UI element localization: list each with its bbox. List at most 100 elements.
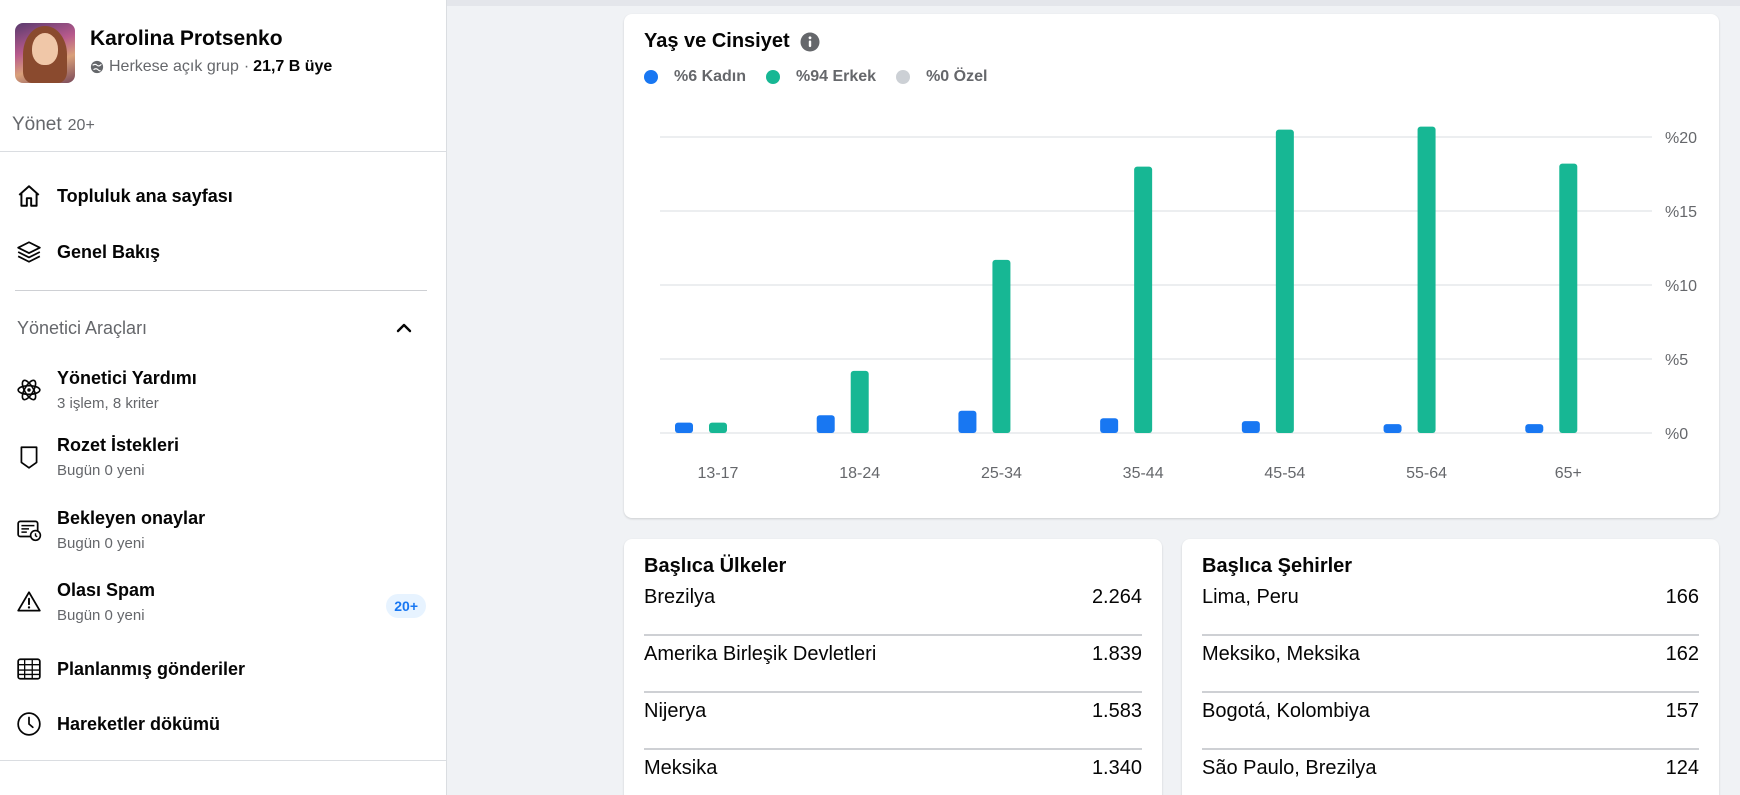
group-header[interactable]: Karolina Protsenko Herkese açık grup · 2… <box>15 23 332 83</box>
manage-header: Yönet 20+ <box>12 114 95 136</box>
table-row: Meksika 1.340 <box>644 740 1142 795</box>
table-row: Meksiko, Meksika 162 <box>1202 626 1699 682</box>
country-name: Amerika Birleşik Devletleri <box>644 642 877 665</box>
x-tick-label: 18-24 <box>839 465 880 482</box>
bar-female[interactable] <box>1100 418 1119 433</box>
sidebar-item-label: Topluluk ana sayfası <box>57 185 233 206</box>
divider <box>0 760 447 761</box>
bar-female[interactable] <box>675 422 693 433</box>
country-name: Nijerya <box>644 699 707 722</box>
top-strip <box>447 0 1740 6</box>
bar-female[interactable] <box>1241 421 1260 433</box>
layers-icon <box>15 238 43 266</box>
bar-male[interactable] <box>1275 129 1294 433</box>
bar-female[interactable] <box>958 410 977 433</box>
sidebar-item-label: Genel Bakış <box>57 241 161 262</box>
bar-male[interactable] <box>1559 163 1578 433</box>
sidebar-item-activity-log[interactable]: Hareketler dökümü <box>15 710 427 738</box>
group-avatar[interactable] <box>15 23 75 83</box>
bar-female[interactable] <box>816 415 835 433</box>
group-privacy: Herkese açık grup <box>109 58 239 75</box>
country-value: 2.264 <box>1091 585 1142 608</box>
sidebar-item-sub: 3 işlem, 8 kriter <box>57 395 159 412</box>
bar-male[interactable] <box>850 370 869 433</box>
sidebar-item-label: Olası Spam <box>57 580 156 600</box>
bar-male[interactable] <box>1134 166 1153 433</box>
age-gender-card: Yaş ve Cinsiyet %6 Kadın %94 Erkek %0 Öz… <box>624 14 1719 518</box>
table-row: Bogotá, Kolombiya 157 <box>1202 683 1699 739</box>
manage-count: 20+ <box>67 117 95 134</box>
chevron-up-icon[interactable] <box>394 318 414 338</box>
city-value: 162 <box>1665 642 1699 665</box>
warning-icon <box>15 588 43 616</box>
manage-label: Yönet <box>12 114 62 135</box>
country-value: 1.583 <box>1091 699 1142 722</box>
table-row: Nijerya 1.583 <box>644 683 1142 739</box>
sidebar-item-label: Rozet İstekleri <box>57 435 180 455</box>
country-value: 1.839 <box>1091 642 1142 665</box>
x-tick-label: 55-64 <box>1406 465 1447 482</box>
country-name: Meksika <box>644 756 718 779</box>
pending-icon <box>15 516 43 544</box>
y-tick-label: %5 <box>1665 352 1688 369</box>
divider <box>0 151 447 152</box>
sidebar-item-community-home[interactable]: Topluluk ana sayfası <box>15 182 427 210</box>
bar-male[interactable] <box>992 259 1011 433</box>
globe-icon <box>90 60 104 74</box>
y-tick-label: %15 <box>1665 204 1697 221</box>
x-tick-label: 13-17 <box>698 465 739 482</box>
sidebar-item-label: Planlanmış gönderiler <box>57 658 246 679</box>
table-row: Brezilya 2.264 <box>644 569 1142 625</box>
city-name: Meksiko, Meksika <box>1202 642 1360 665</box>
sidebar-item-label: Yönetici Yardımı <box>57 368 197 388</box>
group-info: Karolina Protsenko Herkese açık grup · 2… <box>90 23 332 76</box>
city-value: 157 <box>1665 699 1699 722</box>
calendar-icon <box>15 655 43 683</box>
sidebar-item-badge-requests[interactable]: Rozet İstekleri Bugün 0 yeni <box>15 435 427 479</box>
table-row: Lima, Peru 166 <box>1202 569 1699 625</box>
x-tick-label: 45-54 <box>1264 465 1305 482</box>
atom-icon <box>15 376 43 404</box>
y-tick-label: %20 <box>1665 130 1697 147</box>
home-icon <box>15 182 43 210</box>
sidebar-item-sub: Bugün 0 yeni <box>57 607 145 624</box>
table-row: Amerika Birleşik Devletleri 1.839 <box>644 626 1142 682</box>
sidebar-item-admin-assist[interactable]: Yönetici Yardımı 3 işlem, 8 kriter <box>15 368 427 412</box>
city-name: São Paulo, Brezilya <box>1202 756 1377 779</box>
sidebar-item-label: Bekleyen onaylar <box>57 508 206 528</box>
table-row: São Paulo, Brezilya 124 <box>1202 740 1699 795</box>
group-name[interactable]: Karolina Protsenko <box>90 27 332 51</box>
badge-icon <box>15 443 43 471</box>
city-name: Lima, Peru <box>1202 585 1299 608</box>
city-name: Bogotá, Kolombiya <box>1202 699 1370 722</box>
bar-male[interactable] <box>709 422 727 433</box>
age-gender-chart: %0 %5 %10 %15 %20 13-17 18-24 25-34 35-44 45-54 55… <box>660 126 1697 482</box>
y-tick-label: %10 <box>1665 278 1697 295</box>
group-meta: Herkese açık grup · 21,7 B üye <box>90 58 332 76</box>
city-value: 166 <box>1665 585 1699 608</box>
y-tick-label: %0 <box>1665 426 1688 443</box>
spam-count-badge: 20+ <box>386 594 426 618</box>
top-cities-card: Başlıca Şehirler Lima, Peru 166 Meksiko,… <box>1182 539 1719 795</box>
meta-separator: · <box>243 58 250 75</box>
clock-icon <box>15 710 43 738</box>
x-tick-label: 25-34 <box>981 465 1022 482</box>
group-members[interactable]: 21,7 B üye <box>253 58 332 76</box>
sidebar-item-scheduled-posts[interactable]: Planlanmış gönderiler <box>15 655 427 683</box>
sidebar-item-label: Hareketler dökümü <box>57 713 221 734</box>
sidebar: Karolina Protsenko Herkese açık grup · 2… <box>0 0 447 795</box>
x-tick-label: 35-44 <box>1123 465 1164 482</box>
sidebar-item-sub: Bugün 0 yeni <box>57 462 145 479</box>
sidebar-item-pending-approvals[interactable]: Bekleyen onaylar Bugün 0 yeni <box>15 508 427 552</box>
city-value: 124 <box>1665 756 1699 779</box>
sidebar-item-overview[interactable]: Genel Bakış <box>15 238 427 266</box>
sidebar-item-sub: Bugün 0 yeni <box>57 535 145 552</box>
sidebar-item-potential-spam[interactable]: Olası Spam Bugün 0 yeni <box>15 580 427 624</box>
divider <box>15 290 427 291</box>
x-tick-label: 65+ <box>1555 465 1582 482</box>
admin-tools-title[interactable]: Yönetici Araçları <box>17 318 147 339</box>
top-countries-card: Başlıca Ülkeler Brezilya 2.264 Amerika B… <box>624 539 1162 795</box>
bar-female[interactable] <box>1383 424 1402 433</box>
bar-female[interactable] <box>1525 424 1544 433</box>
bar-male[interactable] <box>1417 126 1436 433</box>
